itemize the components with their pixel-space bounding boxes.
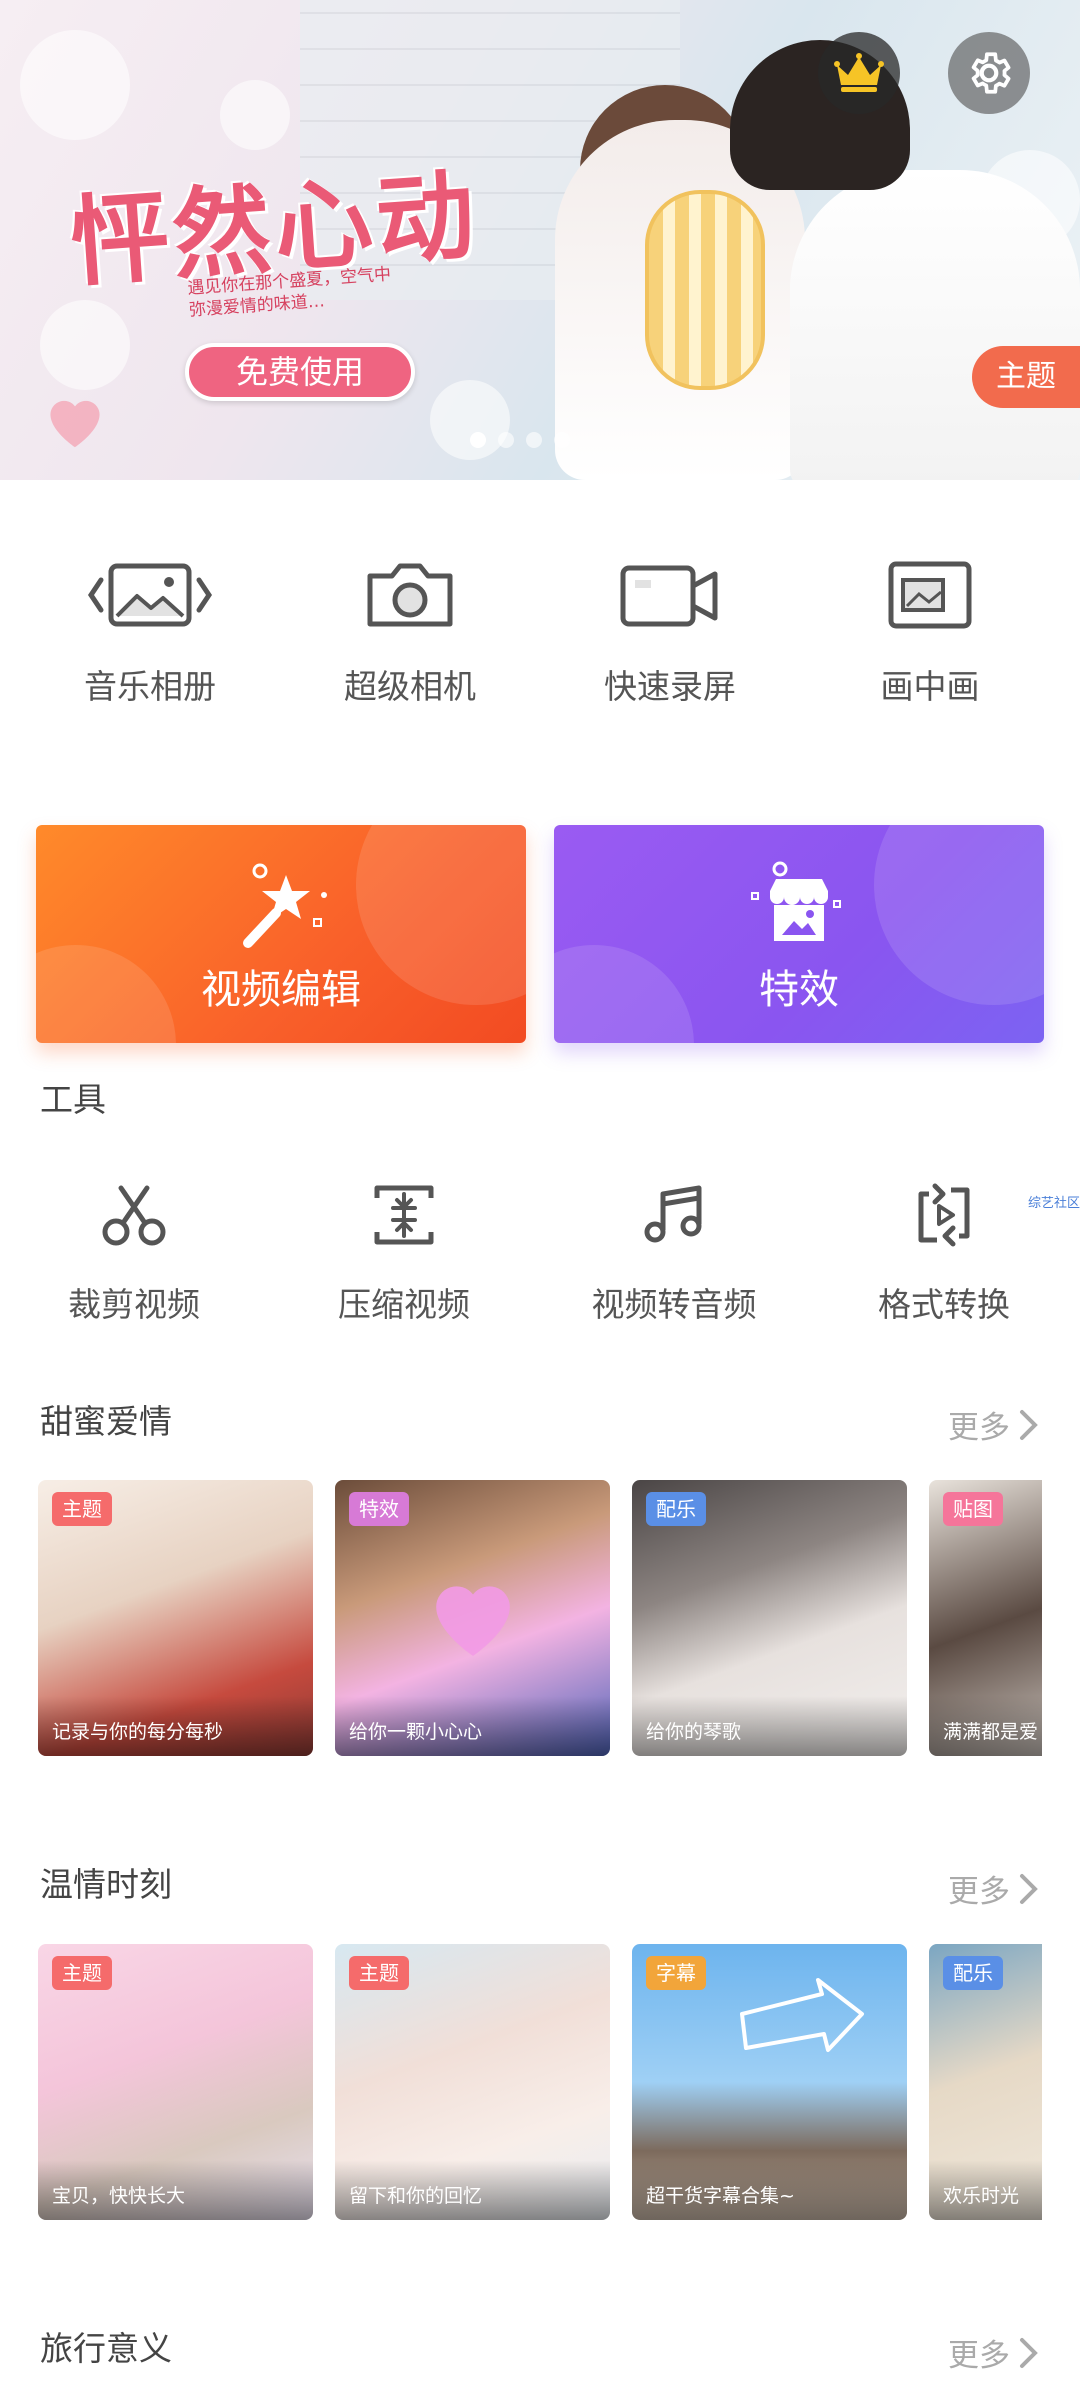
carousel-dot: [498, 432, 514, 448]
quick-tool-label: 画中画: [880, 667, 980, 706]
bokeh-decoration: [430, 380, 510, 460]
more-link[interactable]: 更多: [948, 1866, 1040, 1911]
gear-icon: [971, 52, 1011, 94]
heart-icon: [50, 400, 100, 448]
template-card[interactable]: 主题 记录与你的每分每秒: [38, 1480, 313, 1756]
more-link[interactable]: 更多: [948, 2330, 1040, 2375]
carousel-dot: [554, 432, 570, 448]
section-title: 温情时刻: [40, 1865, 172, 1904]
template-caption-text: 宝贝，快快长大: [52, 2185, 186, 2207]
bokeh-decoration: [220, 80, 290, 150]
template-caption-text: 给你的琴歌: [646, 1721, 742, 1743]
more-label: 更多: [948, 1410, 1010, 1446]
crown-icon: [834, 53, 884, 92]
template-caption-text: 留下和你的回忆: [349, 2185, 483, 2207]
template-row: 主题 宝贝，快快长大 主题 留下和你的回忆 字幕 超干货字幕合集~ 配乐 欢乐时…: [38, 1944, 1042, 2220]
template-tag: 字幕: [646, 1956, 706, 1990]
template-caption: 欢乐时光: [929, 2160, 1042, 2220]
template-caption: 给你一颗小心心: [335, 1696, 610, 1756]
quick-tool-label: 超级相机: [344, 667, 476, 706]
template-caption: 给你的琴歌: [632, 1696, 907, 1756]
screen-record-button[interactable]: 快速录屏: [570, 560, 770, 708]
free-use-button[interactable]: 免费使用: [185, 343, 415, 401]
quick-tool-label: 音乐相册: [84, 667, 216, 706]
carousel-dot: [526, 432, 542, 448]
effects-card[interactable]: 特效: [554, 825, 1044, 1043]
template-tag: 贴图: [943, 1492, 1003, 1526]
video-to-audio-button[interactable]: 视频转音频: [554, 1180, 794, 1326]
video-edit-label: 视频编辑: [201, 967, 361, 1013]
hero-banner[interactable]: 怦然心动 遇见你在那个盛夏，空气中弥漫爱情的味道… 免费使用 主题: [0, 0, 1080, 480]
bokeh-decoration: [40, 300, 130, 390]
more-label: 更多: [948, 1874, 1010, 1910]
carousel-dot: [470, 432, 486, 448]
tool-label: 视频转音频: [591, 1285, 757, 1324]
template-tag: 主题: [349, 1956, 409, 1990]
music-album-button[interactable]: 音乐相册: [50, 560, 250, 708]
convert-icon: [918, 1183, 970, 1247]
template-row: 主题 记录与你的每分每秒 特效 给你一颗小心心 配乐 给你的琴歌 贴图 满满都是…: [38, 1480, 1042, 1756]
watermark-text: 综艺社区: [1028, 1196, 1080, 1211]
screen-record-icon: [620, 565, 718, 627]
bokeh-decoration: [20, 30, 130, 140]
section-title: 旅行意义: [40, 2329, 172, 2368]
theme-tag[interactable]: 主题: [972, 346, 1080, 408]
super-camera-button[interactable]: 超级相机: [310, 560, 510, 708]
template-caption-text: 给你一颗小心心: [349, 1721, 483, 1743]
template-caption-text: 欢乐时光: [943, 2185, 1020, 2207]
music-note-icon: [644, 1185, 702, 1243]
chevron-right-icon: [1020, 1409, 1038, 1440]
carousel-indicator: [470, 432, 570, 448]
template-tag: 特效: [349, 1492, 409, 1526]
tool-label: 格式转换: [878, 1285, 1010, 1324]
photo-album-icon: [87, 563, 213, 627]
compress-icon: [374, 1185, 434, 1245]
section-title: 甜蜜爱情: [40, 1402, 172, 1441]
tool-label: 裁剪视频: [68, 1285, 200, 1324]
template-card[interactable]: 字幕 超干货字幕合集~: [632, 1944, 907, 2220]
trim-video-button[interactable]: 裁剪视频: [14, 1180, 254, 1326]
template-tag: 主题: [52, 1492, 112, 1526]
arrow-icon: [740, 1978, 864, 2052]
template-caption-text: 超干货字幕合集~: [646, 2185, 795, 2207]
tool-label: 压缩视频: [338, 1285, 470, 1324]
effects-label: 特效: [759, 967, 839, 1013]
template-caption: 留下和你的回忆: [335, 2160, 610, 2220]
oven-mitt: [645, 190, 765, 390]
template-caption: 记录与你的每分每秒: [38, 1696, 313, 1756]
template-card[interactable]: 主题 宝贝，快快长大: [38, 1944, 313, 2220]
chevron-right-icon: [1020, 2337, 1038, 2368]
banner-person: [790, 170, 1080, 480]
more-label: 更多: [948, 2338, 1010, 2374]
template-caption: 满满都是爱: [929, 1696, 1042, 1756]
magic-wand-icon: [243, 863, 327, 948]
tools-title: 工具: [40, 1080, 106, 1119]
template-caption: 宝贝，快快长大: [38, 2160, 313, 2220]
chevron-right-icon: [1020, 1873, 1038, 1904]
template-card[interactable]: 主题 留下和你的回忆: [335, 1944, 610, 2220]
video-edit-card[interactable]: 视频编辑: [36, 825, 526, 1043]
template-card[interactable]: 贴图 满满都是爱: [929, 1480, 1042, 1756]
template-tag: 配乐: [646, 1492, 706, 1526]
template-card[interactable]: 特效 给你一颗小心心: [335, 1480, 610, 1756]
settings-button[interactable]: [948, 32, 1030, 114]
scissors-icon: [102, 1185, 166, 1246]
template-card[interactable]: 配乐 欢乐时光: [929, 1944, 1042, 2220]
quick-tools: 音乐相册 超级相机 快速录屏 画中画: [0, 560, 1080, 740]
more-link[interactable]: 更多: [948, 1402, 1040, 1447]
vip-button[interactable]: [818, 32, 900, 114]
template-caption-text: 记录与你的每分每秒: [52, 1721, 224, 1743]
picture-in-picture-icon: [888, 561, 972, 629]
template-caption: 超干货字幕合集~: [632, 2160, 907, 2220]
compress-video-button[interactable]: 压缩视频: [284, 1180, 524, 1326]
template-card[interactable]: 配乐 给你的琴歌: [632, 1480, 907, 1756]
quick-tool-label: 快速录屏: [604, 667, 736, 706]
picture-in-picture-button[interactable]: 画中画: [830, 560, 1030, 708]
template-tag: 配乐: [943, 1956, 1003, 1990]
template-tag: 主题: [52, 1956, 112, 1990]
camera-icon: [367, 563, 453, 627]
template-caption-text: 满满都是爱: [943, 1721, 1039, 1743]
effects-store-icon: [751, 861, 841, 941]
heart-icon: [436, 1586, 510, 1656]
